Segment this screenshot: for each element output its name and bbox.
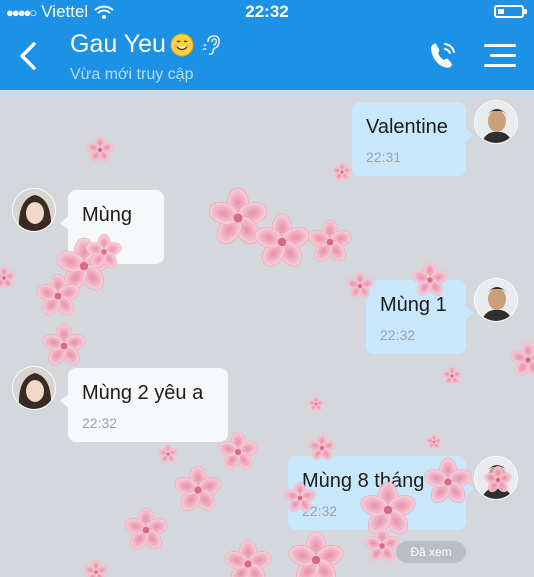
message-text: Mùng (82, 204, 133, 226)
message-text: Mùng 8 tháng (302, 470, 425, 492)
message-time: 22:31 (366, 149, 402, 165)
message-time: 22:32 (380, 327, 416, 343)
ear-icon (202, 34, 220, 55)
seen-indicator: Đã xem (396, 541, 466, 563)
message-bubble-incoming[interactable]: Mùng (60, 190, 164, 264)
message-text: Mùng 2 yêu a (82, 382, 204, 404)
my-avatar[interactable] (474, 100, 518, 144)
phone-call-icon[interactable] (426, 38, 460, 72)
chat-header: Gau Yeu Vừa mới truy cập (0, 24, 534, 90)
chat-area[interactable]: Valentine 22:31 Mùng Mùng 1 22:32 Mùng 2… (0, 90, 534, 577)
message-bubble-incoming[interactable]: Mùng 2 yêu a 22:32 (60, 368, 228, 442)
message-bubble-outgoing[interactable]: Mùng 8 tháng 22:32 (288, 456, 474, 530)
message-bubble-outgoing[interactable]: Valentine 22:31 (352, 102, 474, 176)
contact-avatar[interactable] (12, 366, 56, 410)
message-text: Mùng 1 (380, 294, 447, 316)
message-text: Valentine (366, 116, 448, 138)
message-time: 22:32 (302, 503, 338, 519)
message-time: 22:32 (82, 415, 118, 431)
status-bar: ●●●●○ Viettel 22:32 (0, 0, 534, 24)
contact-avatar[interactable] (12, 188, 56, 232)
contact-title[interactable]: Gau Yeu (70, 30, 222, 59)
contact-name: Gau Yeu (70, 30, 166, 58)
presence-status: Vừa mới truy cập (70, 66, 194, 83)
back-icon[interactable] (14, 36, 44, 76)
my-avatar[interactable] (474, 278, 518, 322)
menu-icon[interactable] (482, 42, 518, 70)
battery-icon (494, 5, 527, 18)
status-time: 22:32 (245, 2, 289, 21)
smile-emoji-icon (170, 33, 194, 56)
message-bubble-outgoing[interactable]: Mùng 1 22:32 (366, 280, 474, 354)
my-avatar[interactable] (474, 456, 518, 500)
